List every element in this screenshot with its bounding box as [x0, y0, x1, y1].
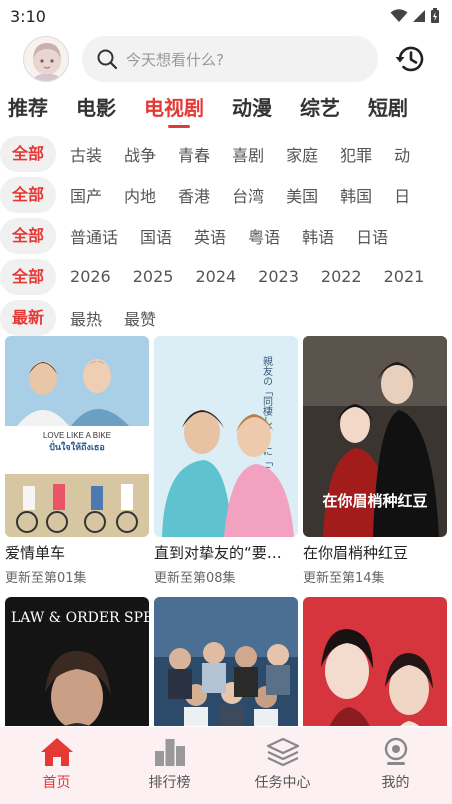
filter-option[interactable]: 犯罪: [340, 142, 372, 166]
history-button[interactable]: [393, 42, 427, 76]
filter-row-language: 全部 普通话 国语 英语 粤语 韩语 日语: [0, 215, 452, 256]
tab-movie[interactable]: 电影: [68, 90, 116, 128]
filter-chip-year-all[interactable]: 全部: [0, 258, 57, 295]
video-grid: LOVE LIKE A BIKE ปั่นใจให้ถึงเธอ 爱情单车 更新…: [5, 336, 450, 726]
video-poster[interactable]: LAW & ORDER SPECIAL VICTIMS UNIT: [5, 597, 149, 726]
filter-chip-sort-latest[interactable]: 最新: [0, 299, 57, 336]
filter-option[interactable]: 香港: [178, 183, 210, 207]
tab-short-drama[interactable]: 短剧: [360, 90, 408, 128]
video-poster[interactable]: 親友の「同棲して」に「うん」て言うまで: [154, 336, 298, 537]
tab-anime[interactable]: 动漫: [224, 90, 272, 128]
video-card[interactable]: [154, 597, 298, 726]
search-input[interactable]: 今天想看什么?: [82, 36, 378, 82]
status-bar: 3:10: [0, 0, 452, 32]
filter-chip-genre-all[interactable]: 全部: [0, 135, 57, 172]
tab-tv-series[interactable]: 电视剧: [136, 90, 204, 128]
poster-text: LAW & ORDER SPECIAL VICTIMS UNIT: [11, 610, 149, 626]
poster-text: LOVE LIKE A BIKE: [43, 431, 111, 440]
filter-option[interactable]: 美国: [286, 183, 318, 207]
filter-option[interactable]: 2025: [133, 267, 174, 286]
tab-recommend[interactable]: 推荐: [0, 90, 48, 128]
filter-option[interactable]: 英语: [194, 224, 226, 248]
filter-option[interactable]: 2024: [195, 267, 236, 286]
wifi-icon: [390, 9, 408, 22]
filter-option[interactable]: 最热: [70, 306, 102, 330]
filter-option[interactable]: 韩国: [340, 183, 372, 207]
filter-row-year: 全部 2026 2025 2024 2023 2022 2021: [0, 256, 452, 297]
filter-option[interactable]: 2023: [258, 267, 299, 286]
filter-option[interactable]: 2021: [384, 267, 425, 286]
filter-option[interactable]: 日语: [356, 224, 388, 248]
bottom-nav: 首页 排行榜 任务中心 我的: [0, 727, 452, 804]
ranking-icon: [154, 739, 185, 766]
video-update-status: 更新至第08集: [154, 571, 236, 586]
nav-task-center[interactable]: 任务中心: [226, 727, 339, 804]
video-poster[interactable]: [303, 597, 447, 726]
filter-chip-region-all[interactable]: 全部: [0, 176, 57, 213]
filter-option[interactable]: 日: [394, 183, 410, 207]
video-card[interactable]: [303, 597, 447, 726]
video-title[interactable]: 在你眉梢种红豆: [303, 542, 447, 563]
filter-chip-language-all[interactable]: 全部: [0, 217, 57, 254]
filter-option[interactable]: 家庭: [286, 142, 318, 166]
video-card[interactable]: 親友の「同棲して」に「うん」て言うまで 直到对挚友的“要… 更新至第08集: [154, 336, 298, 586]
video-title[interactable]: 直到对挚友的“要…: [154, 542, 298, 563]
poster-text: 在你眉梢种红豆: [322, 492, 427, 510]
video-poster[interactable]: [154, 597, 298, 726]
filter-option[interactable]: 国语: [140, 224, 172, 248]
svg-text:ปั่นใจให้ถึงเธอ: ปั่นใจให้ถึงเธอ: [49, 440, 105, 452]
video-poster[interactable]: LOVE LIKE A BIKE ปั่นใจให้ถึงเธอ: [5, 336, 149, 537]
video-poster[interactable]: 在你眉梢种红豆: [303, 336, 447, 537]
nav-profile[interactable]: 我的: [339, 727, 452, 804]
search-icon: [97, 49, 118, 70]
filter-option[interactable]: 喜剧: [232, 142, 264, 166]
profile-icon: [384, 737, 407, 765]
history-icon: [395, 46, 424, 72]
video-card[interactable]: LOVE LIKE A BIKE ปั่นใจให้ถึงเธอ 爱情单车 更新…: [5, 336, 149, 586]
filter-row-sort: 最新 最热 最赞: [0, 297, 452, 338]
signal-icon: [413, 10, 425, 22]
filter-option[interactable]: 动: [394, 142, 410, 166]
status-icons: [390, 8, 440, 24]
home-icon: [40, 738, 73, 766]
nav-label: 首页: [42, 775, 71, 791]
nav-label: 排行榜: [148, 775, 191, 791]
filter-panel: 全部 古装 战争 青春 喜剧 家庭 犯罪 动 全部 国产 内地 香港 台湾 美国…: [0, 133, 452, 338]
filter-option[interactable]: 战争: [124, 142, 156, 166]
filter-option[interactable]: 台湾: [232, 183, 264, 207]
header: 今天想看什么?: [0, 34, 452, 82]
tab-variety[interactable]: 综艺: [292, 90, 340, 128]
filter-row-region: 全部 国产 内地 香港 台湾 美国 韩国 日: [0, 174, 452, 215]
filter-option[interactable]: 青春: [178, 142, 210, 166]
battery-icon: [431, 8, 439, 23]
video-title[interactable]: 爱情单车: [5, 542, 149, 563]
nav-ranking[interactable]: 排行榜: [113, 727, 226, 804]
video-update-status: 更新至第14集: [303, 571, 385, 586]
filter-option[interactable]: 古装: [70, 142, 102, 166]
category-tabs: 推荐 电影 电视剧 动漫 综艺 短剧: [0, 90, 452, 128]
filter-row-genre: 全部 古装 战争 青春 喜剧 家庭 犯罪 动: [0, 133, 452, 174]
filter-option[interactable]: 普通话: [70, 224, 118, 248]
filter-option[interactable]: 2026: [70, 267, 111, 286]
video-update-status: 更新至第01集: [5, 571, 87, 586]
search-placeholder: 今天想看什么?: [126, 50, 224, 69]
avatar[interactable]: [23, 36, 69, 82]
filter-option[interactable]: 内地: [124, 183, 156, 207]
filter-option[interactable]: 韩语: [302, 224, 334, 248]
status-time: 3:10: [10, 6, 46, 26]
video-card[interactable]: LAW & ORDER SPECIAL VICTIMS UNIT: [5, 597, 149, 726]
nav-label: 任务中心: [254, 775, 311, 791]
task-center-icon: [266, 737, 299, 767]
video-card[interactable]: 在你眉梢种红豆 在你眉梢种红豆 更新至第14集: [303, 336, 447, 586]
filter-option[interactable]: 最赞: [124, 306, 156, 330]
nav-home[interactable]: 首页: [0, 727, 113, 804]
filter-option[interactable]: 国产: [70, 183, 102, 207]
filter-option[interactable]: 粤语: [248, 224, 280, 248]
filter-option[interactable]: 2022: [321, 267, 362, 286]
nav-label: 我的: [381, 775, 410, 791]
